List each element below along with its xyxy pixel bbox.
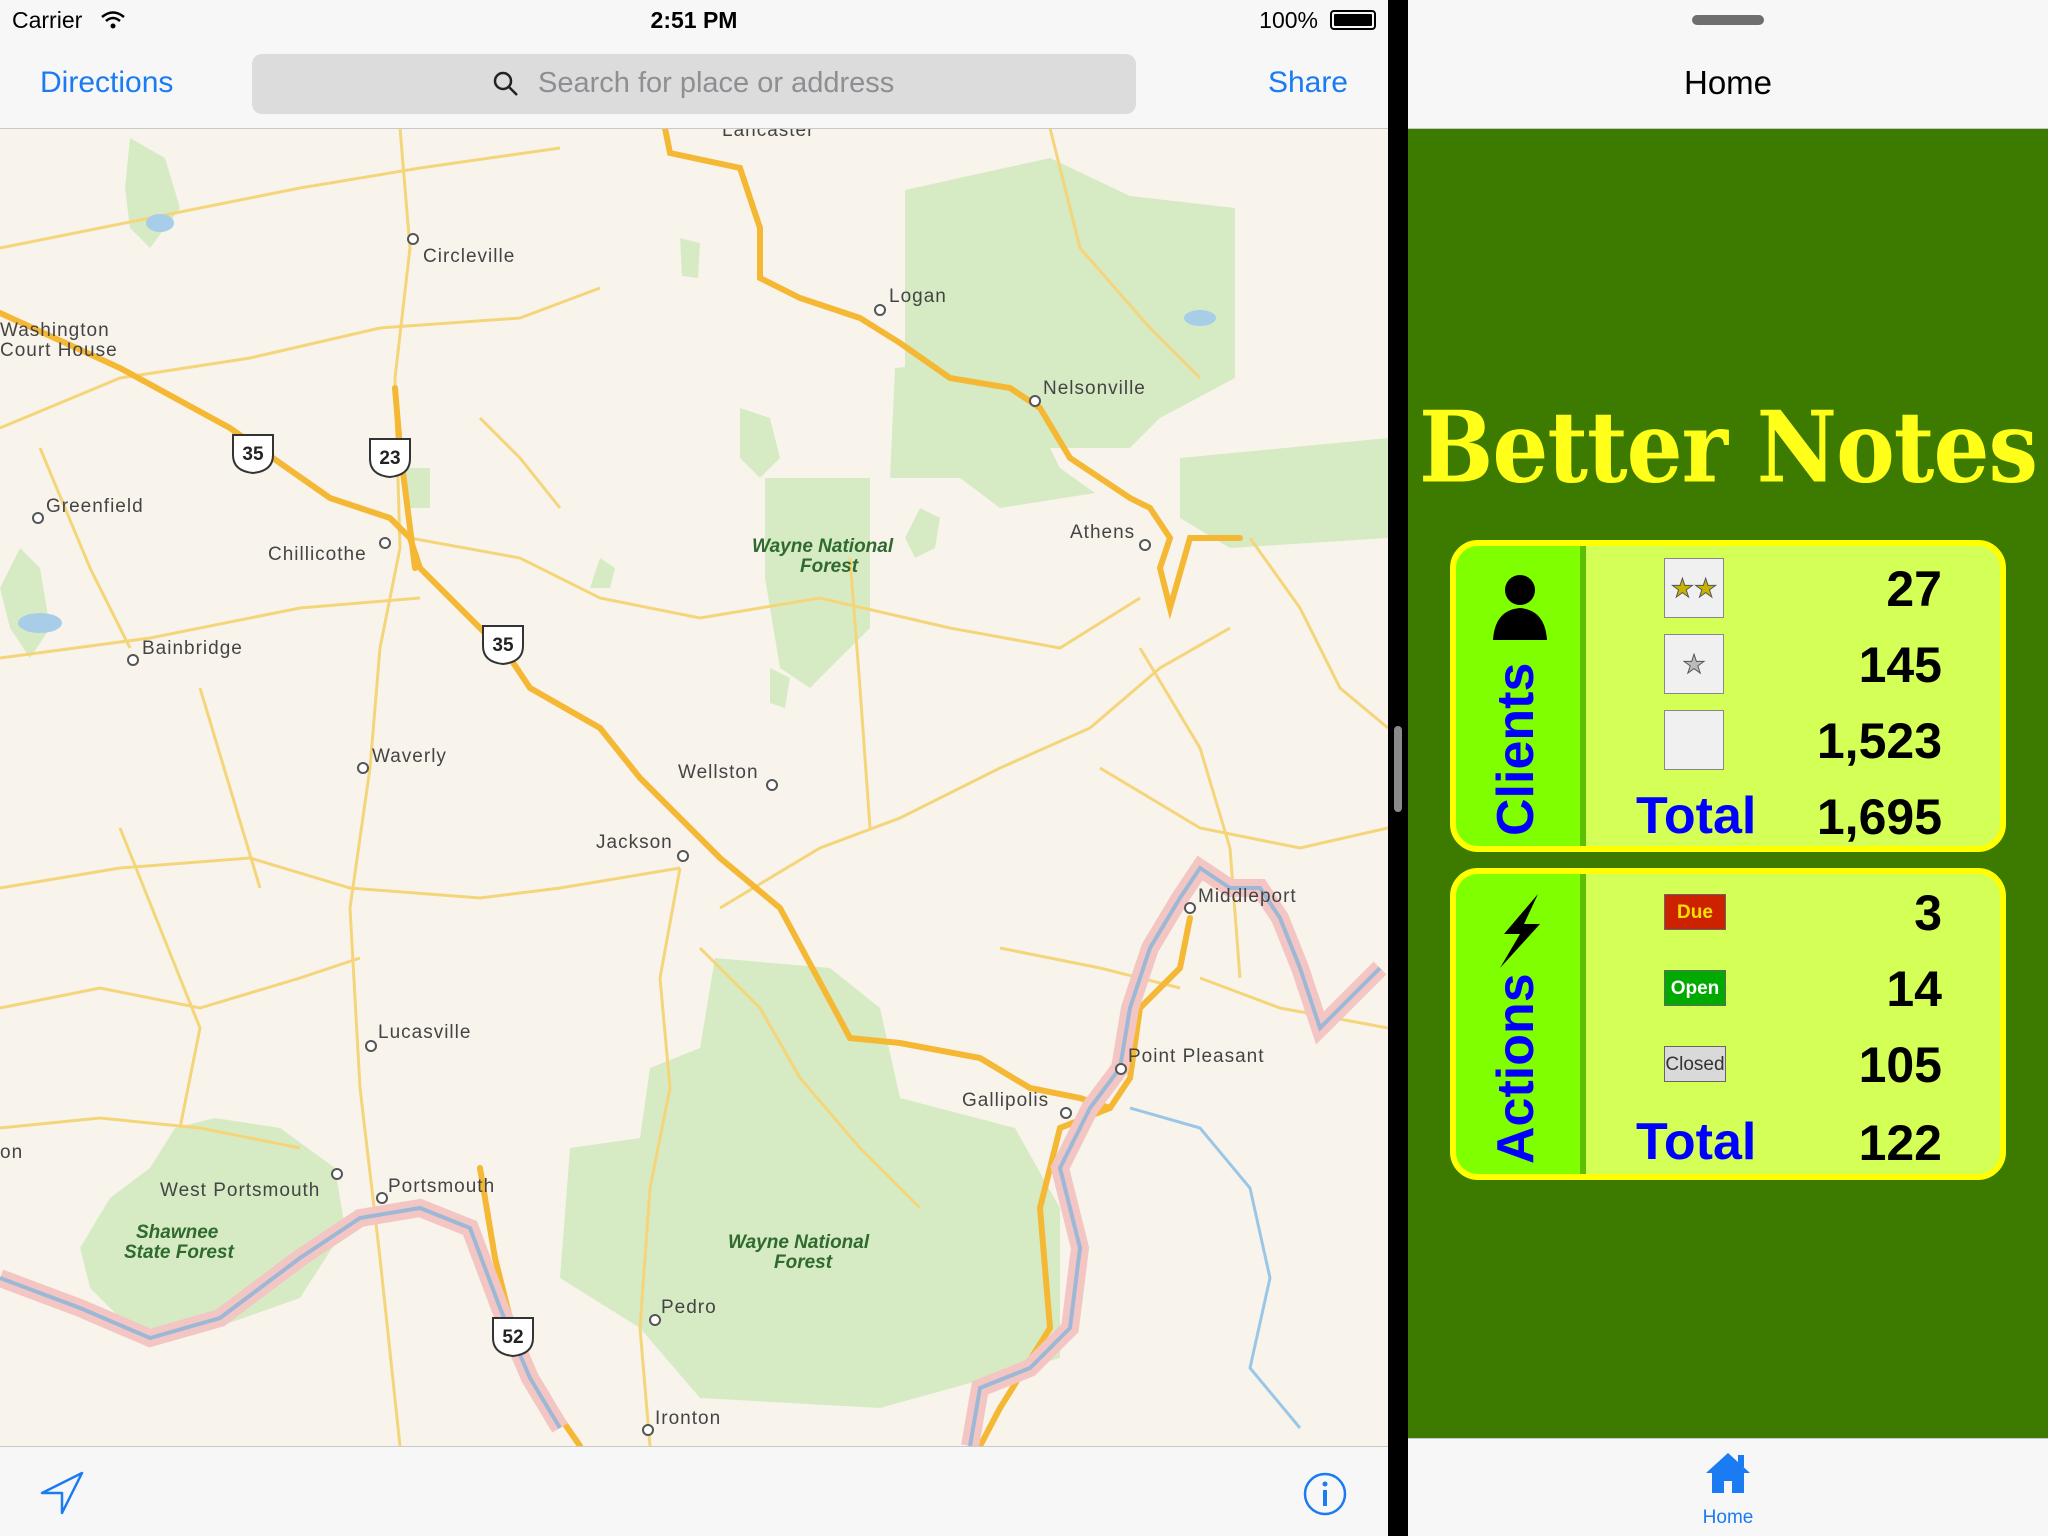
- city-label: Pedro: [661, 1297, 717, 1318]
- shield-35: 35: [492, 635, 514, 656]
- notes-nav-bar: Home: [1408, 0, 2048, 129]
- city-label: Washington: [0, 320, 110, 341]
- search-field[interactable]: Search for place or address: [252, 54, 1136, 114]
- slide-over-grabber[interactable]: [1692, 15, 1764, 25]
- split-view-handle[interactable]: [1394, 726, 1402, 812]
- forest-label: Wayne National: [752, 536, 894, 557]
- due-tag: Due: [1664, 894, 1726, 930]
- forest-label: Wayne National: [728, 1232, 870, 1253]
- map-view[interactable]: Lancaster Circleville Washington Court H…: [0, 128, 1388, 1446]
- home-icon[interactable]: [1704, 1451, 1752, 1495]
- city-label: Middleport: [1198, 886, 1297, 907]
- share-button[interactable]: Share: [1268, 66, 1348, 100]
- clients-side: Clients: [1456, 546, 1586, 846]
- city-label: Court House: [0, 340, 118, 361]
- city-label: Lucasville: [378, 1022, 471, 1043]
- app-name-title: Better Notes: [1419, 388, 2038, 506]
- search-icon: [493, 71, 518, 96]
- actions-open-count: 14: [1886, 961, 1942, 1017]
- city-label: Nelsonville: [1043, 378, 1146, 399]
- actions-total-value: 122: [1858, 1115, 1942, 1171]
- clients-one-star-count: 145: [1858, 637, 1942, 693]
- two-star-swatch: ★★: [1664, 558, 1724, 618]
- clients-label: Clients: [1487, 662, 1545, 836]
- star-icon: ★★: [1670, 572, 1718, 603]
- city-label: Athens: [1070, 522, 1135, 543]
- city-label: Wellston: [678, 762, 759, 783]
- person-icon: [1493, 575, 1547, 640]
- city-label: Logan: [889, 286, 947, 307]
- notes-tab-bar: Home: [1408, 1438, 2048, 1536]
- nav-title: Home: [1683, 64, 1773, 101]
- star-icon: ★: [1682, 648, 1706, 679]
- battery-icon: [1330, 10, 1376, 30]
- actions-label: Actions: [1487, 973, 1545, 1164]
- info-icon[interactable]: [1302, 1471, 1348, 1517]
- shield-52: 52: [502, 1327, 523, 1348]
- city-label: Greenfield: [46, 496, 144, 517]
- better-notes-app: Home Better Notes Clients ★★ 27 ★ 145 1,…: [1408, 0, 2048, 1536]
- city-label: Jackson: [596, 832, 673, 853]
- clients-two-star-count: 27: [1886, 561, 1942, 617]
- forest-label: State Forest: [124, 1242, 234, 1263]
- shield-35: 35: [242, 444, 264, 465]
- city-label: Portsmouth: [388, 1176, 495, 1197]
- city-label: on: [0, 1142, 23, 1163]
- shield-23: 23: [379, 448, 400, 469]
- city-label: Lancaster: [722, 128, 814, 141]
- clock: 2:51 PM: [650, 7, 738, 33]
- city-label: Waverly: [372, 746, 447, 767]
- maps-toolbar: Directions Search for place or address S…: [0, 42, 1388, 129]
- tab-home-label[interactable]: Home: [1408, 1507, 2048, 1529]
- forest-label: Forest: [774, 1252, 833, 1273]
- city-label: Ironton: [655, 1408, 721, 1429]
- actions-panel[interactable]: Actions Due 3 Open 14 Closed 105 Total 1…: [1450, 868, 2006, 1180]
- open-tag: Open: [1664, 970, 1726, 1006]
- blank-swatch: [1664, 710, 1724, 770]
- city-label: Circleville: [423, 246, 515, 267]
- city-label: Point Pleasant: [1128, 1046, 1265, 1067]
- clients-panel[interactable]: Clients ★★ 27 ★ 145 1,523 Total 1,695: [1450, 540, 2006, 852]
- actions-closed-count: 105: [1858, 1037, 1942, 1093]
- status-bar: Carrier 2:51 PM 100%: [0, 0, 1388, 42]
- battery-percentage: 100%: [1259, 7, 1318, 33]
- maps-app: Lancaster Circleville Washington Court H…: [0, 0, 1388, 1536]
- actions-side: Actions: [1456, 874, 1586, 1174]
- forest-label: Shawnee: [136, 1222, 219, 1243]
- lightning-icon: [1500, 894, 1540, 968]
- forest-label: Forest: [800, 556, 859, 577]
- city-label: Gallipolis: [962, 1090, 1049, 1111]
- clients-total-value: 1,695: [1816, 789, 1942, 845]
- city-label: Bainbridge: [142, 638, 243, 659]
- actions-due-count: 3: [1914, 885, 1942, 941]
- search-placeholder: Search for place or address: [538, 67, 895, 99]
- actions-total-label: Total: [1636, 1113, 1757, 1171]
- directions-button[interactable]: Directions: [40, 66, 173, 100]
- city-label: Chillicothe: [268, 544, 367, 565]
- city-label: West Portsmouth: [160, 1180, 320, 1201]
- location-arrow-icon[interactable]: [40, 1471, 84, 1515]
- one-star-swatch: ★: [1664, 634, 1724, 694]
- clients-unstarred-count: 1,523: [1816, 713, 1942, 769]
- clients-total-label: Total: [1636, 787, 1757, 845]
- maps-bottom-toolbar: [0, 1446, 1388, 1536]
- closed-tag: Closed: [1664, 1046, 1726, 1082]
